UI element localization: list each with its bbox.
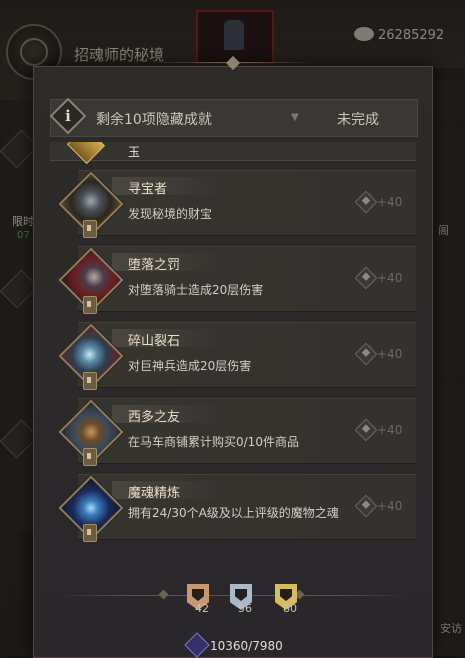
achievement-description: 发现秘境的财宝 xyxy=(128,207,213,221)
achievement-row[interactable]: 魔魂精炼 拥有24/30个A级及以上评级的魔物之魂 +40 xyxy=(50,470,416,542)
achievement-name: 寻宝者 xyxy=(128,182,168,197)
reward-points: +40 xyxy=(354,190,402,214)
gate-decoration xyxy=(196,10,274,64)
completion-status: 未完成 xyxy=(337,112,379,128)
achievement-name: 西多之友 xyxy=(128,410,181,425)
reward-points: +40 xyxy=(354,418,402,442)
achievement-row[interactable]: 堕落之罚 对堕落骑士造成20层伤害 +40 xyxy=(50,242,416,314)
right-side-menu xyxy=(432,80,465,656)
achievement-point-icon xyxy=(354,494,378,518)
left-side-label: 限时 xyxy=(12,215,34,228)
left-side-timer: 07 xyxy=(17,230,30,241)
soul-refine-medal-icon xyxy=(58,475,124,542)
achievement-description: 玉 xyxy=(128,145,141,159)
right-side-label: 阁 xyxy=(438,224,449,237)
currency-value: 26285292 xyxy=(378,28,445,43)
treasure-medal-icon xyxy=(58,171,124,238)
achievement-row[interactable]: 碎山裂石 对巨神兵造成20层伤害 +40 xyxy=(50,318,416,390)
achievement-description: 对堕落骑士造成20层伤害 xyxy=(128,283,264,297)
right-bottom-label: 安访 xyxy=(440,622,462,635)
list-item[interactable]: 玉 xyxy=(50,142,416,165)
hidden-achievements-header[interactable]: i 剩余10项隐藏成就 ▼ 未完成 xyxy=(49,97,418,137)
achievement-name: 堕落之罚 xyxy=(128,258,181,273)
achievement-description: 对巨神兵造成20层伤害 xyxy=(128,359,252,373)
bronze-tier-count: 42 xyxy=(195,602,209,615)
achievement-description: 在马车商铺累计购买0/10件商品 xyxy=(128,435,299,449)
hidden-achievements-label: 剩余10项隐藏成就 xyxy=(96,112,212,128)
dropdown-arrow-icon[interactable]: ▼ xyxy=(291,112,299,123)
titan-medal-icon xyxy=(58,323,124,390)
achievement-row[interactable]: 西多之友 在马车商铺累计购买0/10件商品 +40 xyxy=(50,394,416,466)
coin-icon xyxy=(354,27,374,41)
achievement-name: 魔魂精炼 xyxy=(128,486,181,501)
achievement-point-icon xyxy=(354,190,378,214)
achievement-point-icon xyxy=(354,418,378,442)
fallen-knight-medal-icon xyxy=(58,247,124,314)
reward-points: +40 xyxy=(354,266,402,290)
achievement-list[interactable]: 玉 寻宝者 发现秘境的财宝 +40 堕落之罚 对堕落骑士造成20层伤害 +40 xyxy=(50,142,416,542)
achievement-row[interactable]: 寻宝者 发现秘境的财宝 +40 xyxy=(50,166,416,238)
achievement-description: 拥有24/30个A级及以上评级的魔物之魂 xyxy=(128,506,339,520)
achievement-point-icon xyxy=(354,266,378,290)
achievement-medal-icon xyxy=(66,142,106,165)
achievement-name: 碎山裂石 xyxy=(128,334,181,349)
reward-points: +40 xyxy=(354,342,402,366)
silver-tier-count: 56 xyxy=(238,602,252,615)
gold-tier-count: 80 xyxy=(283,602,297,615)
achievement-points-total: 10360/7980 xyxy=(210,639,283,653)
carriage-shop-medal-icon xyxy=(58,399,124,466)
left-side-menu xyxy=(0,100,39,530)
reward-points: +40 xyxy=(354,494,402,518)
info-icon[interactable]: i xyxy=(49,97,87,135)
achievement-point-icon xyxy=(354,342,378,366)
